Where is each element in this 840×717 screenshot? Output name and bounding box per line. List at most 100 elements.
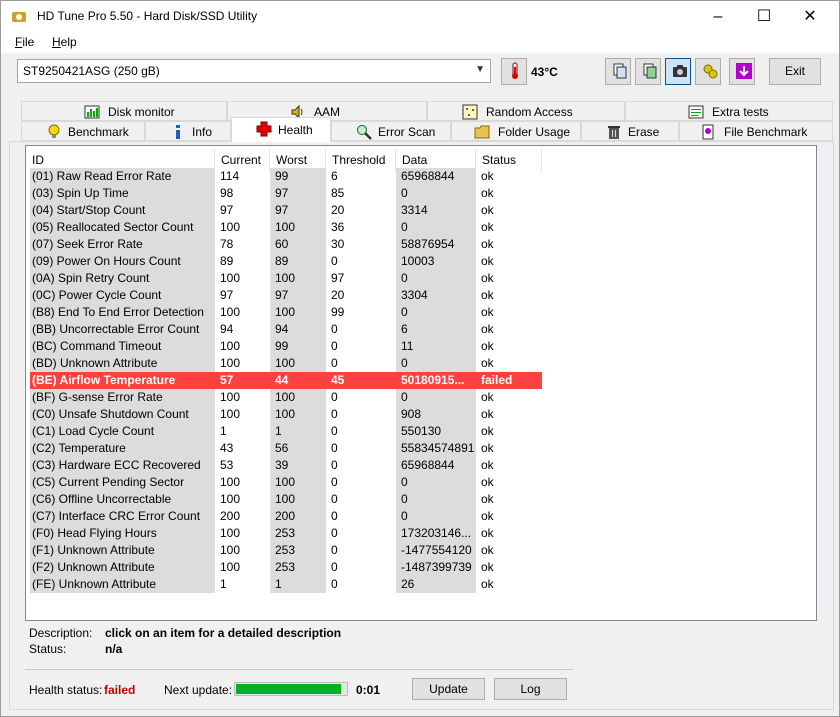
table-cell-id: (05) Reallocated Sector Count [30, 219, 215, 236]
progress-fill [236, 684, 341, 694]
tab-label: Random Access [486, 105, 573, 119]
table-cell-id: (FE) Unknown Attribute [30, 576, 215, 593]
trash-icon [608, 126, 620, 139]
table-cell-data: 65968844 [396, 168, 476, 185]
table-cell-threshold: 0 [331, 390, 338, 404]
table-cell-worst: 97 [270, 202, 326, 219]
table-cell-id: (F0) Head Flying Hours [30, 525, 215, 542]
table-cell-data: 26 [396, 576, 476, 593]
table-cell-current: 114 [220, 169, 240, 183]
table-cell-threshold: 45 [326, 372, 396, 389]
table-cell-threshold: 0 [331, 339, 338, 353]
table-cell-threshold: 0 [331, 492, 338, 506]
table-cell-data: 908 [396, 406, 476, 423]
table-cell-id: (BF) G-sense Error Rate [30, 389, 215, 406]
health-status-value: failed [104, 683, 136, 697]
table-cell-current: 100 [220, 407, 241, 421]
tab-folder-usage[interactable]: Folder Usage [451, 121, 581, 141]
copy-icon [613, 63, 627, 79]
temperature-button[interactable] [501, 58, 527, 85]
close-button[interactable]: ✕ [787, 1, 833, 32]
status-label: Status: [29, 642, 67, 656]
menu-file[interactable]: File [15, 35, 34, 49]
health-status-label: Health status: [29, 683, 103, 697]
screenshot-button[interactable] [665, 58, 691, 85]
table-cell-status: ok [481, 322, 494, 336]
tab-health[interactable]: Health [231, 117, 331, 142]
table-cell-id: (F1) Unknown Attribute [30, 542, 215, 559]
exit-button[interactable]: Exit [769, 58, 821, 85]
table-cell-worst: 100 [270, 355, 326, 372]
table-cell-current: 43 [220, 441, 234, 455]
table-cell-current: 100 [220, 492, 241, 506]
update-button[interactable]: Update [412, 678, 485, 700]
options-button[interactable] [695, 58, 721, 85]
drive-select[interactable]: ST9250421ASG (250 gB) ▼ [17, 59, 491, 83]
table-cell-current: 100 [220, 339, 241, 353]
table-cell-threshold: 20 [331, 203, 345, 217]
magnifier-icon [357, 125, 372, 140]
tab-file-benchmark[interactable]: File Benchmark [679, 121, 833, 141]
table-cell-status: ok [481, 441, 494, 455]
tab-benchmark[interactable]: Benchmark [21, 121, 145, 141]
tab-info[interactable]: Info [145, 121, 231, 141]
tab-disk-monitor[interactable]: Disk monitor [21, 101, 227, 121]
tools-icon [703, 64, 718, 79]
tab-extra-tests[interactable]: Extra tests [625, 101, 833, 121]
save-button[interactable] [729, 58, 755, 85]
table-cell-data: 0 [396, 219, 476, 236]
next-update-timer: 0:01 [356, 683, 381, 697]
table-cell-data: 0 [396, 389, 476, 406]
table-cell-current: 94 [220, 322, 234, 336]
table-cell-data: 0 [396, 508, 476, 525]
table-cell-id: (C0) Unsafe Shutdown Count [30, 406, 215, 423]
table-cell-status: ok [481, 203, 494, 217]
smart-table[interactable]: ID Current Worst Threshold Data Status (01) R… [25, 145, 817, 621]
title-bar[interactable]: HD Tune Pro 5.50 - Hard Disk/SSD Utility… [1, 1, 839, 32]
table-cell-worst: 97 [270, 185, 326, 202]
table-cell-id: (B8) End To End Error Detection [30, 304, 215, 321]
table-cell-status: ok [481, 288, 494, 302]
table-cell-threshold: 0 [331, 458, 338, 472]
tab-label: Benchmark [68, 125, 129, 139]
table-cell-id: (C3) Hardware ECC Recovered [30, 457, 215, 474]
table-cell-worst: 200 [270, 508, 326, 525]
tab-label: Erase [628, 125, 660, 139]
disk-monitor-icon [84, 105, 100, 119]
tab-random-access[interactable]: Random Access [427, 101, 625, 121]
tab-label: Extra tests [712, 105, 769, 119]
lightbulb-icon [48, 124, 60, 138]
table-cell-id: (07) Seek Error Rate [30, 236, 215, 253]
log-button[interactable]: Log [494, 678, 567, 700]
status-value: n/a [105, 642, 123, 656]
maximize-button[interactable]: ☐ [741, 1, 787, 32]
table-cell-threshold: 0 [331, 543, 338, 557]
copy-text-button[interactable] [605, 58, 631, 85]
table-cell-worst: 253 [270, 559, 326, 576]
table-cell-id: (C6) Offline Uncorrectable [30, 491, 215, 508]
next-update-label: Next update: [164, 683, 233, 697]
table-cell-current: 100 [220, 560, 241, 574]
table-cell-id: (C2) Temperature [30, 440, 215, 457]
table-cell-data: 0 [396, 270, 476, 287]
tab-erase[interactable]: Erase [581, 121, 679, 141]
table-cell-current: 78 [220, 237, 234, 251]
tab-label: Info [192, 125, 213, 139]
table-cell-id: (01) Raw Read Error Rate [30, 168, 215, 185]
copy-image-button[interactable] [635, 58, 661, 85]
table-cell-current: 98 [220, 186, 234, 200]
thermometer-icon [512, 62, 518, 79]
table-cell-threshold: 0 [331, 407, 338, 421]
tab-error-scan[interactable]: Error Scan [331, 121, 451, 141]
menu-help[interactable]: Help [52, 35, 77, 49]
table-cell-worst: 100 [270, 219, 326, 236]
table-cell-status: ok [481, 186, 494, 200]
table-cell-worst: 97 [270, 287, 326, 304]
table-cell-worst: 100 [270, 406, 326, 423]
minimize-button[interactable]: – [695, 1, 741, 32]
table-cell-current: 89 [220, 254, 234, 268]
description-label: Description: [29, 626, 93, 640]
table-cell-threshold: 20 [331, 288, 345, 302]
table-cell-id: (03) Spin Up Time [30, 185, 215, 202]
table-cell-id: (BC) Command Timeout [30, 338, 215, 355]
